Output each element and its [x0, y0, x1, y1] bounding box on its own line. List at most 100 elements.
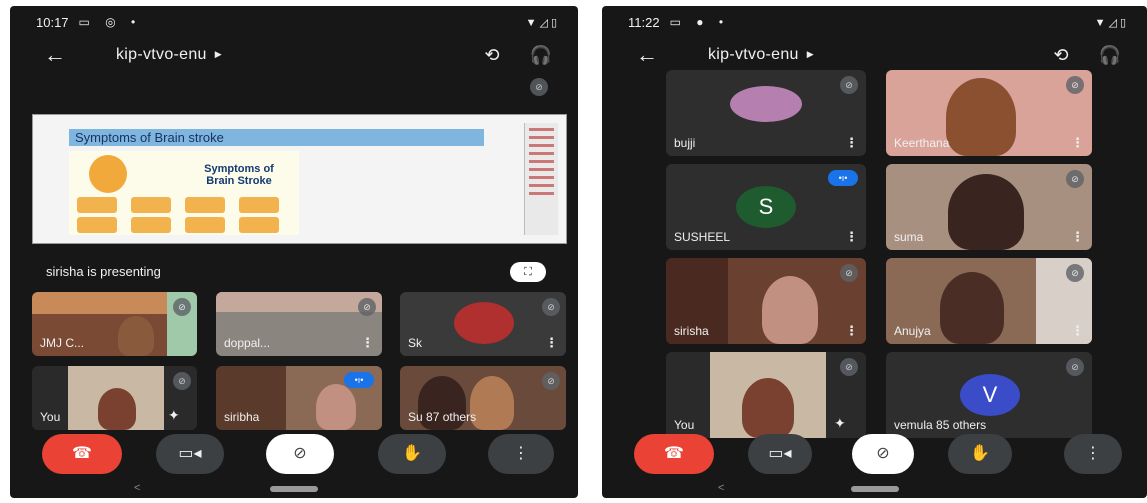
participant-video — [470, 376, 514, 430]
poster-symptom-image — [239, 197, 279, 213]
phone-screen-left: 10:17 ▭ ◎ • ▼◿▯ ← kip-vtvo-enu ▶ ⟲ 🎧 ⊘ Sy… — [10, 6, 578, 498]
participant-name-text: Su — [408, 410, 423, 424]
participant-name: doppal... — [224, 336, 271, 350]
status-time: 10:17 — [36, 14, 69, 30]
presentation-mic-off-icon: ⊘ — [530, 78, 548, 96]
participant-name-text: vemula — [894, 418, 933, 432]
more-options-icon[interactable]: ⋮ — [845, 229, 858, 245]
participant-name: Keerthana — [894, 136, 950, 150]
participant-tile[interactable]: ⊘ suma ⋮ — [886, 164, 1092, 250]
more-options-icon[interactable]: ⋮ — [1064, 434, 1122, 474]
more-options-icon[interactable]: ⋮ — [545, 335, 558, 351]
more-options-icon[interactable]: ⋮ — [1071, 229, 1084, 245]
self-video-person — [98, 388, 136, 430]
end-call-icon[interactable]: ☎ — [42, 434, 122, 474]
participant-tile-others[interactable]: V ⊘ vemula 85 others — [886, 352, 1092, 438]
status-signal-battery-icons: ▼◿▯ — [1094, 16, 1129, 29]
speaking-indicator-icon: •ı• — [828, 170, 858, 186]
back-arrow-icon[interactable]: ← — [44, 42, 74, 68]
slide-side-panel — [524, 123, 558, 235]
call-controls-bar: ☎ ▭◂ ⊘ ✋ ⋮ — [10, 434, 578, 478]
participant-video — [316, 384, 356, 430]
meeting-code[interactable]: kip-vtvo-enu ▶ — [116, 46, 222, 64]
meeting-code[interactable]: kip-vtvo-enu ▶ — [708, 46, 814, 64]
participant-avatar — [454, 302, 514, 344]
audio-output-icon[interactable]: 🎧 — [1099, 45, 1121, 66]
presenting-label: sirisha is presenting — [46, 264, 161, 279]
mic-off-icon: ⊘ — [1066, 76, 1084, 94]
mic-mute-icon[interactable]: ⊘ — [266, 434, 334, 474]
participant-tile[interactable]: ⊘ Anujya ⋮ — [886, 258, 1092, 344]
participant-video — [948, 174, 1024, 250]
participant-tile[interactable]: ⊘ Sk ⋮ — [400, 292, 566, 356]
more-options-icon[interactable]: ⋮ — [361, 335, 374, 351]
camera-toggle-icon[interactable]: ▭◂ — [156, 434, 224, 474]
nav-back-icon[interactable]: < — [134, 482, 140, 494]
participant-name: siribha — [224, 410, 260, 424]
participant-tile[interactable]: •ı• siribha — [216, 366, 382, 430]
tile-video-background — [216, 292, 382, 312]
effects-icon[interactable]: ✦ — [834, 415, 846, 432]
home-indicator[interactable] — [270, 486, 318, 492]
end-call-icon[interactable]: ☎ — [634, 434, 714, 474]
more-options-icon[interactable]: ⋮ — [1071, 135, 1084, 151]
participant-tile[interactable]: ⊘ Keerthana ⋮ — [886, 70, 1092, 156]
participant-name: Sk — [408, 336, 423, 350]
meeting-code-text: kip-vtvo-enu — [708, 46, 799, 63]
participant-name: You — [40, 410, 61, 424]
participant-name: vemula 85 others — [894, 418, 986, 432]
meeting-code-text: kip-vtvo-enu — [116, 46, 207, 63]
nav-back-icon[interactable]: < — [718, 482, 724, 494]
participant-tile[interactable]: ⊘ doppal... ⋮ — [216, 292, 382, 356]
participant-tile[interactable]: S •ı• SUSHEEL ⋮ — [666, 164, 866, 250]
participant-tile[interactable]: ⊘ sirisha ⋮ — [666, 258, 866, 344]
mic-off-icon: ⊘ — [1066, 170, 1084, 188]
participant-tile[interactable]: ⊘ JMJ C... — [32, 292, 197, 356]
mic-off-icon: ⊘ — [840, 358, 858, 376]
audio-output-icon[interactable]: 🎧 — [530, 45, 552, 66]
more-options-icon[interactable]: ⋮ — [845, 323, 858, 339]
switch-camera-icon[interactable]: ⟲ — [484, 45, 499, 66]
participant-avatar — [730, 86, 802, 122]
slide-title: Symptoms of Brain stroke — [69, 129, 484, 146]
more-options-icon[interactable]: ⋮ — [845, 135, 858, 151]
participant-name: SUSHEEL — [674, 230, 731, 244]
back-arrow-icon[interactable]: ← — [636, 42, 666, 68]
participant-video — [762, 276, 818, 344]
mic-off-icon: ⊘ — [173, 372, 191, 390]
participant-tile-self[interactable]: ⊘ You ✦ — [32, 366, 197, 430]
others-count: 85 others — [936, 418, 987, 432]
participant-name: Su 87 others — [408, 410, 476, 424]
participant-tile[interactable]: ⊘ bujji ⋮ — [666, 70, 866, 156]
self-video-person — [742, 378, 794, 438]
poster-symptom-image — [185, 197, 225, 213]
switch-camera-icon[interactable]: ⟲ — [1053, 45, 1068, 66]
poster-symptom-image — [131, 217, 171, 233]
more-options-icon[interactable]: ⋮ — [488, 434, 554, 474]
others-count: 87 others — [426, 410, 477, 424]
status-notification-icons: ▭ ● • — [669, 15, 730, 29]
more-options-icon[interactable]: ⋮ — [1071, 323, 1084, 339]
mic-mute-icon[interactable]: ⊘ — [852, 434, 914, 474]
raise-hand-icon[interactable]: ✋ — [378, 434, 446, 474]
participant-name: sirisha — [674, 324, 709, 338]
presentation-screen[interactable]: Symptoms of Brain stroke Symptoms of Bra… — [32, 114, 567, 244]
effects-icon[interactable]: ✦ — [168, 407, 180, 424]
participant-tile-self[interactable]: ⊘ You ✦ — [666, 352, 866, 438]
status-notification-icons: ▭ ◎ • — [78, 15, 142, 29]
home-indicator[interactable] — [850, 486, 899, 492]
status-time: 11:22 — [628, 14, 660, 30]
poster-illustration — [89, 155, 127, 193]
mic-off-icon: ⊘ — [173, 298, 191, 316]
meeting-top-bar: ← kip-vtvo-enu ▶ ⟲ 🎧 — [10, 38, 578, 72]
status-signal-battery-icons: ▼◿▯ — [525, 16, 560, 29]
participant-video — [946, 78, 1016, 156]
meeting-info-caret-icon: ▶ — [214, 49, 222, 60]
camera-toggle-icon[interactable]: ▭◂ — [748, 434, 812, 474]
participant-tile-others[interactable]: ⊘ Su 87 others — [400, 366, 566, 430]
fullscreen-icon[interactable]: ⛶ — [510, 262, 546, 282]
poster-symptom-image — [239, 217, 279, 233]
poster-symptom-image — [77, 197, 117, 213]
raise-hand-icon[interactable]: ✋ — [948, 434, 1012, 474]
participant-avatar: S — [736, 186, 796, 228]
